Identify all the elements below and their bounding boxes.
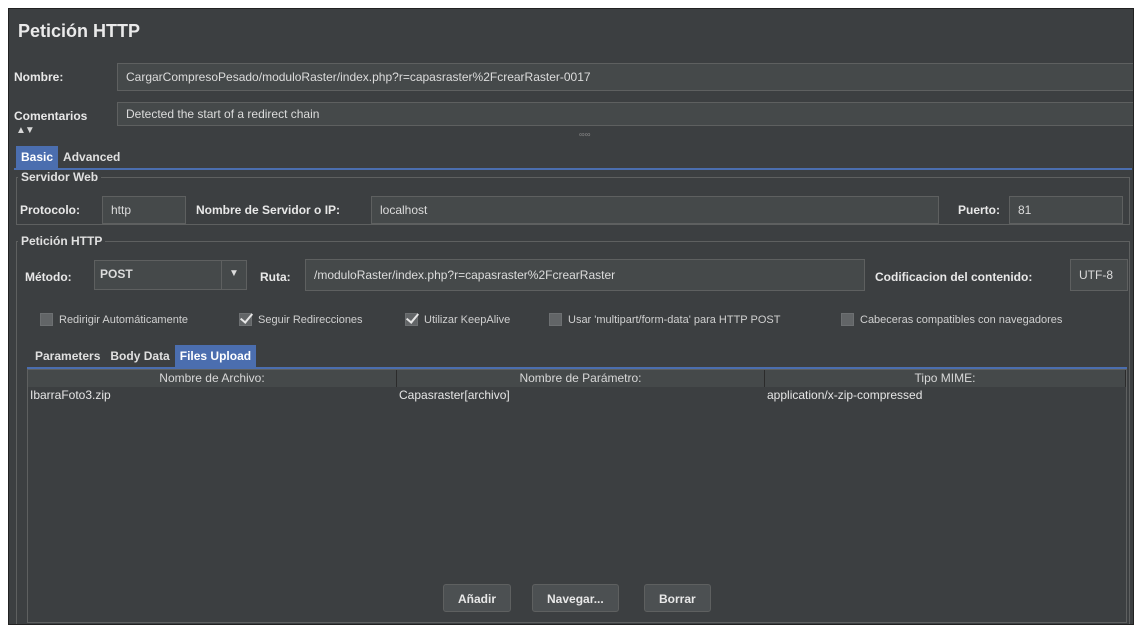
checkbox-box[interactable] <box>405 313 418 326</box>
tab-files-upload[interactable]: Files Upload <box>174 345 257 367</box>
multipart-checkbox[interactable]: Usar 'multipart/form-data' para HTTP POS… <box>549 313 780 326</box>
column-header-mime[interactable]: Tipo MIME: <box>765 370 1126 387</box>
body-subtabs: Parameters Body Data Files Upload <box>30 345 257 367</box>
add-button[interactable]: Añadir <box>443 584 512 612</box>
host-field[interactable]: localhost <box>371 196 939 224</box>
method-value: POST <box>100 267 133 281</box>
http-request-panel: Petición HTTP Nombre: CargarCompresoPesa… <box>8 8 1134 625</box>
chevron-down-icon[interactable]: ▼ <box>221 261 246 289</box>
main-tabs: Basic Advanced <box>16 146 126 168</box>
column-header-filename[interactable]: Nombre de Archivo: <box>28 370 397 387</box>
encoding-field[interactable]: UTF-8 <box>1070 259 1128 291</box>
collapse-arrows-icon[interactable]: ▲▼ <box>16 125 35 136</box>
path-label: Ruta: <box>260 270 291 284</box>
checkbox-box[interactable] <box>549 313 562 326</box>
path-field[interactable]: /moduloRaster/index.php?r=capasraster%2F… <box>305 259 865 291</box>
splitter-handle[interactable]: ∞∞ <box>579 130 590 139</box>
protocol-field[interactable]: http <box>102 196 186 224</box>
comments-label: Comentarios <box>14 109 88 123</box>
checkbox-box[interactable] <box>841 313 854 326</box>
cell-filename[interactable]: IbarraFoto3.zip <box>28 387 111 404</box>
delete-button[interactable]: Borrar <box>644 584 711 612</box>
protocol-label: Protocolo: <box>20 203 80 217</box>
name-field[interactable]: CargarCompresoPesado/moduloRaster/index.… <box>117 63 1133 91</box>
browser-headers-checkbox[interactable]: Cabeceras compatibles con navegadores <box>841 313 1062 326</box>
checkbox-box[interactable] <box>40 313 53 326</box>
column-header-param[interactable]: Nombre de Parámetro: <box>397 370 765 387</box>
request-group-title: Petición HTTP <box>18 234 106 248</box>
tab-body-data[interactable]: Body Data <box>105 345 175 367</box>
comments-field[interactable]: Detected the start of a redirect chain <box>117 102 1133 126</box>
redirect-auto-checkbox[interactable]: Redirigir Automáticamente <box>40 313 188 326</box>
checkbox-label: Cabeceras compatibles con navegadores <box>860 313 1063 326</box>
checkbox-box[interactable] <box>239 313 252 326</box>
method-dropdown[interactable]: POST ▼ <box>94 260 247 290</box>
checkbox-label: Redirigir Automáticamente <box>59 313 189 326</box>
port-label: Puerto: <box>958 203 1000 217</box>
host-label: Nombre de Servidor o IP: <box>196 203 341 217</box>
tab-parameters[interactable]: Parameters <box>30 345 106 367</box>
port-field[interactable]: 81 <box>1009 196 1123 224</box>
follow-redirects-checkbox[interactable]: Seguir Redirecciones <box>239 313 363 326</box>
method-label: Método: <box>25 270 72 284</box>
checkbox-label: Seguir Redirecciones <box>258 313 363 326</box>
keepalive-checkbox[interactable]: Utilizar KeepAlive <box>405 313 510 326</box>
cell-param[interactable]: Capasraster[archivo] <box>397 387 510 404</box>
checkbox-label: Utilizar KeepAlive <box>424 313 511 326</box>
table-row[interactable]: IbarraFoto3.zip Capasraster[archivo] app… <box>28 387 1126 404</box>
cell-mime[interactable]: application/x-zip-compressed <box>765 387 922 404</box>
table-header: Nombre de Archivo: Nombre de Parámetro: … <box>28 370 1126 387</box>
checkbox-label: Usar 'multipart/form-data' para HTTP POS… <box>568 313 781 326</box>
page-title: Petición HTTP <box>18 21 141 41</box>
server-group-title: Servidor Web <box>18 170 102 184</box>
name-label: Nombre: <box>14 70 64 84</box>
tab-basic[interactable]: Basic <box>16 146 59 168</box>
tab-advanced[interactable]: Advanced <box>58 146 126 168</box>
tab-underline <box>14 168 1132 170</box>
encoding-label: Codificacion del contenido: <box>875 270 1033 284</box>
browse-button[interactable]: Navegar... <box>532 584 619 612</box>
